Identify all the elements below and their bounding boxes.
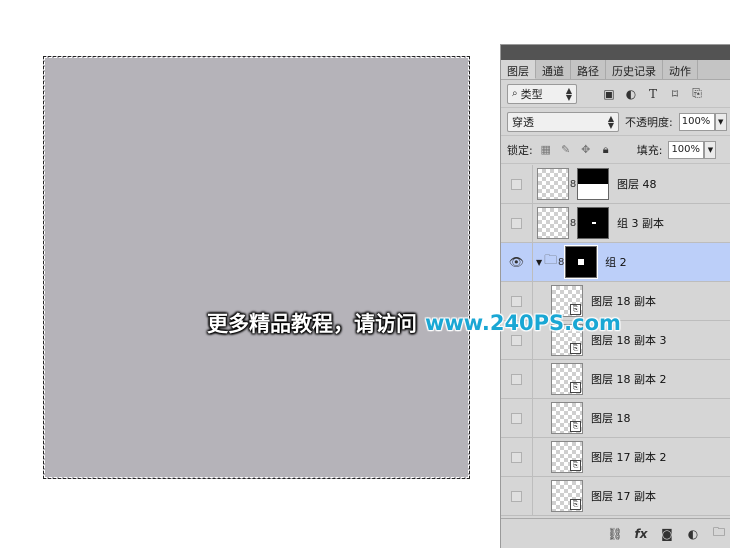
layers-bottom-bar: ⛓︎ fx ◙ ◐ 🗀︎ (501, 518, 730, 548)
layer-mask-thumbnail[interactable] (577, 207, 609, 239)
watermark-text: 更多精品教程，请访问 (207, 312, 417, 336)
filter-kind-label: 类型 (520, 87, 543, 101)
tab-paths[interactable]: 路径 (571, 60, 606, 79)
lock-transparent-icon[interactable]: ▦ (539, 143, 553, 157)
smart-object-icon: ⎘ (570, 499, 581, 510)
smart-object-icon: ⎘ (570, 382, 581, 393)
hidden-eye-icon (511, 178, 522, 190)
layer-row[interactable]: 8 组 3 副本 (501, 203, 730, 243)
updown-arrows-icon: ▲ ▼ (565, 85, 572, 102)
layer-row[interactable]: 👁︎ ▼ 🗀︎ 8 组 2 (501, 242, 730, 282)
lock-row: 锁定: ▦ ✎ ✥ 🔒︎ 填充: 100% ▼ (501, 136, 730, 164)
visibility-toggle[interactable] (501, 203, 533, 243)
fill-label: 填充: (636, 143, 663, 157)
eye-icon: 👁︎ (508, 255, 525, 269)
fx-icon[interactable]: fx (633, 527, 649, 541)
layer-row[interactable]: 8 图层 48 (501, 165, 730, 204)
visibility-toggle[interactable] (501, 398, 533, 438)
lock-label: 锁定: (507, 143, 533, 157)
layer-thumbnail (537, 168, 569, 200)
layer-name[interactable]: 图层 17 副本 (591, 488, 656, 504)
hidden-eye-icon (511, 217, 522, 229)
visibility-toggle[interactable] (501, 359, 533, 399)
filter-kind-select[interactable]: ⌕ 类型 ▲ ▼ (507, 83, 577, 104)
layer-row[interactable]: ⎘ 图层 17 副本 (501, 476, 730, 516)
layer-thumbnail: ⎘ (551, 441, 583, 473)
layer-name[interactable]: 图层 18 (591, 410, 631, 426)
layer-name[interactable]: 图层 17 副本 2 (591, 449, 667, 465)
tab-channels[interactable]: 通道 (536, 60, 571, 79)
tab-history[interactable]: 历史记录 (606, 60, 663, 79)
layer-thumbnail (537, 207, 569, 239)
layer-name[interactable]: 组 3 副本 (617, 215, 664, 231)
watermark: 更多精品教程，请访问 www.240PS.com (207, 308, 621, 338)
layer-thumbnail: ⎘ (551, 480, 583, 512)
opacity-input[interactable]: 100% (678, 112, 715, 131)
layer-name[interactable]: 组 2 (605, 254, 627, 270)
panel-tabs: 图层 通道 路径 历史记录 动作 (501, 60, 730, 80)
link-layers-icon[interactable]: ⛓︎ (607, 527, 623, 541)
expand-triangle-icon[interactable]: ▼ (536, 258, 542, 267)
visibility-toggle[interactable]: 👁︎ (501, 242, 533, 282)
smart-object-icon: ⎘ (570, 343, 581, 354)
type-filter-icon[interactable]: T (645, 86, 661, 102)
hidden-eye-icon (511, 490, 522, 502)
search-icon: ⌕ (512, 88, 518, 99)
fill-input[interactable]: 100% (668, 140, 705, 159)
layer-row[interactable]: ⎘ 图层 18 (501, 398, 730, 438)
panel-title-bar[interactable] (501, 45, 730, 60)
layer-thumbnail: ⎘ (551, 402, 583, 434)
adjustment-filter-icon[interactable]: ◐ (623, 86, 639, 102)
layer-row[interactable]: ⎘ 图层 17 副本 2 (501, 437, 730, 477)
smartobject-filter-icon[interactable]: ⎘ (689, 86, 705, 102)
smart-object-icon: ⎘ (570, 421, 581, 432)
layer-mask-thumbnail[interactable] (564, 245, 599, 279)
hidden-eye-icon (511, 451, 522, 463)
tab-layers[interactable]: 图层 (501, 60, 536, 79)
smart-object-icon: ⎘ (570, 460, 581, 471)
blend-mode-value: 穿透 (512, 115, 534, 129)
layer-row[interactable]: ⎘ 图层 18 副本 2 (501, 359, 730, 399)
link-chain-icon[interactable]: 8 (569, 218, 577, 229)
opacity-dropdown-icon[interactable]: ▼ (714, 112, 727, 131)
tab-actions[interactable]: 动作 (663, 60, 698, 79)
hidden-eye-icon (511, 295, 522, 307)
layer-name[interactable]: 图层 48 (617, 176, 657, 192)
link-chain-icon[interactable]: 8 (557, 257, 565, 268)
layer-mask-thumbnail[interactable] (577, 168, 609, 200)
blend-row: 穿透 ▲ ▼ 不透明度: 100% ▼ (501, 108, 730, 136)
layer-name[interactable]: 图层 18 副本 2 (591, 371, 667, 387)
watermark-url: www.240PS.com (425, 311, 621, 335)
new-group-icon[interactable]: 🗀︎ (711, 523, 727, 544)
folder-icon: 🗀︎ (544, 253, 558, 268)
updown-arrows-icon: ▲ ▼ (607, 113, 614, 130)
layer-thumbnail: ⎘ (551, 363, 583, 395)
lock-all-icon[interactable]: 🔒︎ (599, 143, 613, 157)
visibility-toggle[interactable] (501, 476, 533, 516)
lock-position-icon[interactable]: ✥ (579, 143, 593, 157)
add-mask-icon[interactable]: ◙ (659, 527, 675, 541)
layers-list: 8 图层 48 8 组 3 副本 👁︎ ▼ 🗀︎ 8 组 2 ⎘ 图层 18 副… (501, 165, 730, 518)
hidden-eye-icon (511, 412, 522, 424)
layers-panel: 图层 通道 路径 历史记录 动作 ⌕ 类型 ▲ ▼ ▣ ◐ T ⌑ ⎘ 穿透 ▲ ▼… (500, 44, 730, 548)
blend-mode-select[interactable]: 穿透 ▲ ▼ (507, 111, 619, 132)
link-chain-icon[interactable]: 8 (569, 179, 577, 190)
hidden-eye-icon (511, 373, 522, 385)
adjustment-layer-icon[interactable]: ◐ (685, 527, 701, 541)
shape-filter-icon[interactable]: ⌑ (667, 86, 683, 102)
fill-dropdown-icon[interactable]: ▼ (704, 140, 717, 159)
canvas-selection[interactable] (43, 56, 470, 479)
image-filter-icon[interactable]: ▣ (601, 86, 617, 102)
layer-name[interactable]: 图层 18 副本 (591, 293, 656, 309)
visibility-toggle[interactable] (501, 437, 533, 477)
filter-row: ⌕ 类型 ▲ ▼ ▣ ◐ T ⌑ ⎘ (501, 80, 730, 108)
opacity-label: 不透明度: (625, 115, 673, 129)
lock-paint-icon[interactable]: ✎ (559, 143, 573, 157)
visibility-toggle[interactable] (501, 165, 533, 204)
